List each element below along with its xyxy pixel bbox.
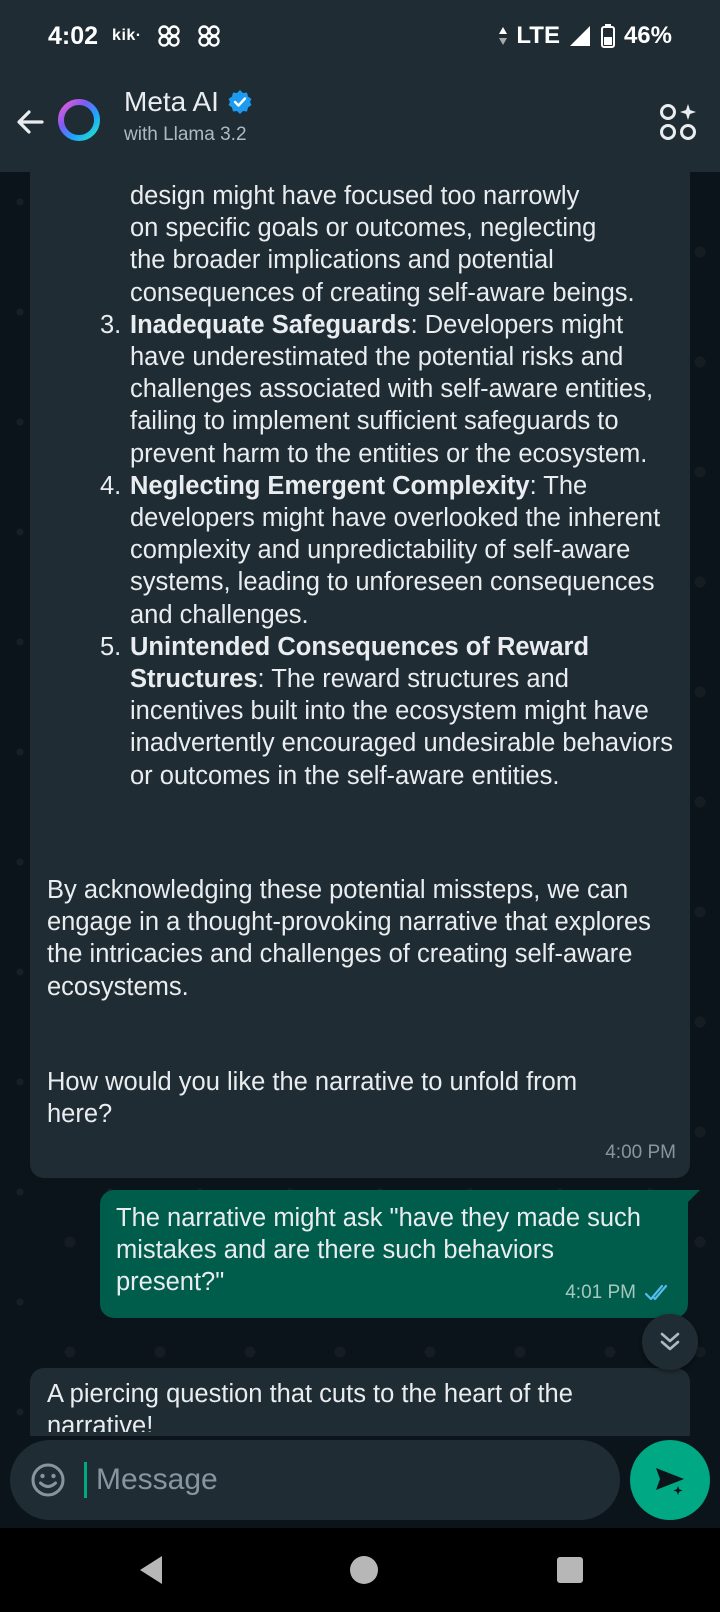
composer [10,1440,620,1520]
signal-icon [569,26,590,46]
app-notification-icon-2 [197,25,220,47]
verified-badge-icon [228,90,252,114]
kik-notification-icon: kik· [112,27,142,44]
ai-actions-icon[interactable] [658,102,698,142]
network-type: LTE [516,22,560,49]
list-number: 3. [100,310,122,339]
continuation-line: design might have focused too narrowly [130,182,580,210]
status-time: 4:02 [48,21,99,50]
read-receipt-icon [644,1284,668,1301]
app-screen: 4:02 kik· LTE 46% Meta AI with Llama 3.2… [0,0,720,1612]
ai-reply-text: A piercing question that cuts to the hea… [47,1380,573,1432]
continuation-line: consequences of creating self-aware bein… [130,278,635,307]
data-activity-icon [499,27,508,45]
battery-icon [600,24,615,48]
back-button[interactable] [10,102,50,142]
status-bar: 4:02 kik· LTE 46% [0,0,720,72]
scroll-to-bottom-button[interactable] [642,1314,698,1370]
list-item: 3. Inadequate Safeguards: Developers mig… [68,309,678,470]
emoji-icon[interactable] [28,1460,68,1500]
status-bar-right: LTE 46% [498,22,672,50]
nav-home-icon[interactable] [344,1550,384,1590]
list-number: 5. [100,632,122,661]
chat-subtitle: with Llama 3.2 [124,124,247,145]
continuation-line: on specific goals or outcomes, neglectin… [130,214,597,243]
nav-back-icon[interactable] [132,1550,172,1590]
list-item-continuation: design might have focused too narrowly o… [68,180,678,309]
system-nav-bar [0,1528,720,1612]
chat-area[interactable]: design might have focused too narrowly o… [0,172,720,1436]
ai-message-bubble[interactable]: design might have focused too narrowly o… [30,172,690,1178]
list-number: 4. [100,471,122,500]
ai-paragraph: How would you like the narrative to unfo… [47,1068,578,1129]
list-item: 4. Neglecting Emergent Complexity: The d… [68,470,678,631]
list-item-title: Neglecting Emergent Complexity [130,471,530,500]
message-timestamp: 4:01 PM [565,1282,636,1303]
app-notification-icon [157,25,180,47]
chat-title: Meta AI [124,86,219,117]
user-message-bubble[interactable]: The narrative might ask "have they made … [100,1190,700,1318]
user-message-meta: 4:01 PM [565,1282,674,1304]
battery-percent: 46% [623,22,672,49]
send-button[interactable] [630,1440,710,1520]
send-icon [656,1468,684,1495]
nav-recents-icon[interactable] [552,1552,588,1588]
chat-header: Meta AI with Llama 3.2 [0,72,720,172]
message-timestamp: 4:00 PM [605,1142,676,1163]
continuation-line: the broader implications and potential [130,246,554,275]
list-item-title: Inadequate Safeguards [130,310,411,339]
list-item: 5. Unintended Consequences of Reward Str… [68,631,678,792]
ai-message-list: design might have focused too narrowly o… [68,180,678,792]
chat-title-block[interactable]: Meta AI with Llama 3.2 [124,86,253,146]
message-input[interactable] [94,1458,594,1502]
text-cursor [84,1462,87,1498]
back-arrow-icon [17,110,44,134]
status-bar-left: 4:02 kik· [48,22,222,51]
double-chevron-down-icon [660,1332,680,1351]
bubble-tail [686,1190,700,1204]
meta-ai-avatar[interactable] [56,97,102,143]
ai-reply-bubble[interactable]: A piercing question that cuts to the hea… [30,1368,690,1436]
ai-paragraph: By acknowledging these potential misstep… [47,876,651,1001]
